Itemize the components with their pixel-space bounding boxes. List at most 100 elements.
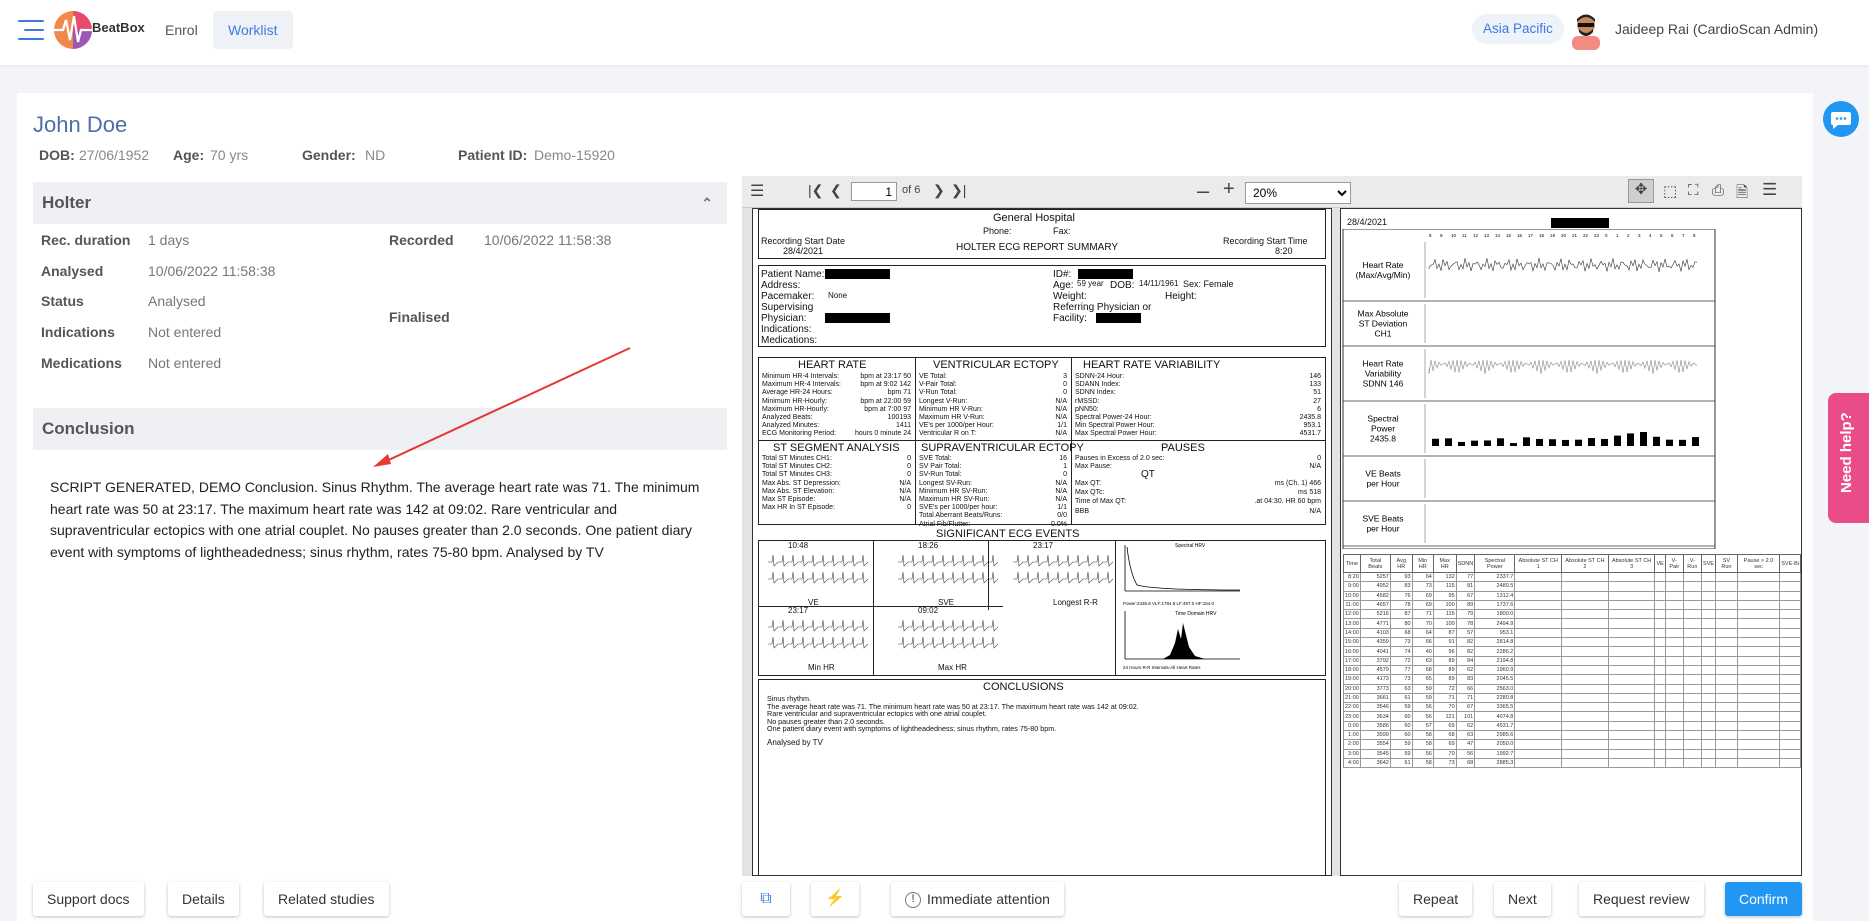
table-cell [1514,757,1563,769]
table-cell: 87 [1432,627,1457,639]
spectral-power-bar [1679,439,1686,446]
table-cell [1779,702,1801,713]
more-menu-icon[interactable]: ☰ [1762,180,1777,200]
table-cell [1654,581,1666,592]
stat-label: BBB [1075,507,1090,515]
table-cell: 56 [1411,711,1434,722]
table-cell [1779,757,1801,769]
print-icon[interactable]: ⎙ [1712,182,1724,199]
user-avatar[interactable] [1568,10,1604,50]
pan-tool-icon[interactable]: ✥ [1628,179,1654,203]
next-page-icon[interactable]: ❯ [933,182,945,199]
menu-icon[interactable] [18,20,44,40]
stat-label: pNN50: [1075,405,1099,413]
fullscreen-icon[interactable]: ⛶ [1688,182,1699,199]
trend-row-label: Spectral [1367,414,1398,424]
table-header: Time [1343,554,1361,573]
related-studies-button[interactable]: Related studies [264,882,389,916]
hourly-summary-table: Time Total Beats Avg HR Min HR Max HR SDNN Spe… [1343,554,1801,874]
start-time-label: Recording Start Time [1223,236,1308,246]
table-cell [1561,748,1609,759]
confirm-button[interactable]: Confirm [1725,882,1803,916]
table-cell [1700,664,1716,676]
hrv-graphs: Spectral HRV Power:2435.8 VLF:1784.9 LF:… [1123,543,1241,670]
table-row: 17:00 3792 72 63 89 84 2194.8 [1343,655,1801,666]
table-cell: 82 [1455,637,1476,648]
table-cell: 115 [1432,609,1457,620]
table-cell [1736,590,1781,601]
next-button[interactable]: Next [1494,882,1551,916]
redaction [825,313,890,323]
immediate-attention-label: Immediate attention [927,891,1050,907]
conclusion-text[interactable]: SCRIPT GENERATED, DEMO Conclusion. Sinus… [50,477,700,563]
user-name[interactable]: Jaideep Rai (CardioScan Admin) [1615,21,1818,37]
summary-title: HOLTER ECG REPORT SUMMARY [956,242,1119,253]
hour-tick: 15 [1506,233,1512,238]
table-cell: 80 [1389,618,1413,629]
region-badge[interactable]: Asia Pacific [1472,14,1564,44]
last-page-icon[interactable]: ❯| [951,182,966,199]
table-cell: 73 [1432,757,1457,769]
first-page-icon[interactable]: |❮ [808,182,823,199]
table-cell: 62 [1455,720,1476,732]
table-cell [1779,730,1801,741]
table-cell [1736,692,1781,704]
nav-worklist[interactable]: Worklist [213,11,293,49]
chevron-up-icon[interactable]: ⌃ [701,182,713,224]
lightning-icon[interactable]: ⚡ [811,882,859,916]
table-cell: 100 [1432,618,1457,629]
nav-enrol[interactable]: Enrol [150,11,213,49]
table-cell [1682,711,1702,722]
beatbox-logo[interactable] [52,8,94,52]
table-cell: 132 [1432,571,1457,583]
table-cell [1561,655,1609,666]
table-cell [1654,609,1666,620]
zoom-select[interactable]: 20% [1245,182,1351,204]
table-cell [1514,637,1563,648]
table-cell: 69 [1411,599,1434,611]
holter-section-header[interactable]: Holter ⌃ [33,182,727,224]
download-icon[interactable]: 🗎 [1736,182,1748,207]
repeat-button[interactable]: Repeat [1399,882,1473,916]
table-cell [1714,655,1738,666]
spectral-power-bar [1640,432,1647,446]
stat-label: SDNN-24 Hour: [1075,373,1125,380]
pacemaker-value: None [828,291,848,300]
zoom-in-icon[interactable]: + [1223,178,1235,201]
start-time: 8:20 [1275,246,1293,256]
annotation-arrow [373,347,631,467]
table-cell [1514,748,1563,759]
stat-label: Average HR-24 Hours: [762,389,833,397]
table-cell: 3642 [1359,757,1391,769]
select-tool-icon[interactable]: ⬚ [1663,182,1677,200]
table-cell [1682,674,1702,685]
support-docs-button[interactable]: Support docs [33,882,144,916]
zoom-out-icon[interactable]: – [1197,178,1209,204]
table-cell: 60 [1389,730,1413,741]
table-cell [1779,609,1801,620]
request-review-button[interactable]: Request review [1579,882,1704,916]
spectral-power-bar [1458,441,1465,446]
height-label: Height: [1165,291,1197,302]
details-button[interactable]: Details [168,882,239,916]
document-area[interactable]: General Hospital Phone: Fax: Recording S… [742,208,1802,876]
table-cell [1664,674,1684,685]
stat-divider [1071,357,1072,525]
table-cell [1561,757,1609,769]
table-cell: 5257 [1359,571,1391,583]
prev-page-icon[interactable]: ❮ [830,182,842,199]
open-external-icon[interactable]: ⧉ [742,882,790,916]
table-cell [1664,618,1684,629]
page-number-input[interactable] [851,182,897,201]
ve-title: VENTRICULAR ECTOPY [933,359,1059,371]
table-cell: 4771 [1359,618,1391,629]
table-cell [1779,646,1801,657]
hour-tick: 18 [1539,233,1545,238]
chat-icon[interactable] [1823,101,1859,137]
need-help-tab[interactable]: Need help? [1828,393,1869,523]
table-cell [1736,618,1781,629]
table-cell: 2563.0 [1474,683,1516,694]
table-cell: 12:00 [1343,609,1361,620]
sidebar-toggle-icon[interactable]: ☰ [750,181,764,201]
immediate-attention-button[interactable]: ! Immediate attention [891,882,1064,916]
